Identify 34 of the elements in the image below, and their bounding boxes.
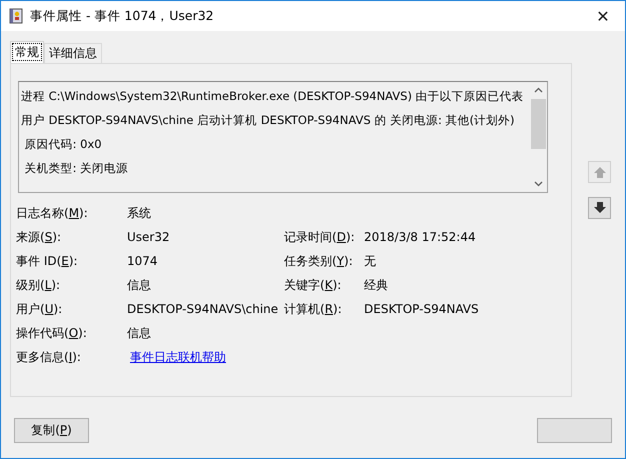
field-value: DESKTOP-S94NAVS [364,302,480,316]
field-label: 操作代码(O): [16,324,88,342]
field-value: User32 [127,230,171,244]
field-value: 信息 [127,324,152,342]
scroll-thumb[interactable] [531,99,546,149]
notebook-icon [8,8,24,24]
description-text: 进程 C:\Windows\System32\RuntimeBroker.exe (DESKTOP-S94NAVS) 由于以下原因已代表用户 DESKTOP-S94NAVS\chine 启动计算机 DESKTOP-S94NAVS 的 关闭电源: 其他(计划外) [21,88,525,129]
field-label: 来源(S): [16,228,62,246]
field-label: 记录时间(D): [284,228,356,246]
field-label: 用户(U): [16,300,64,318]
down-arrow-icon [592,201,606,215]
field-label: 日志名称(M): [16,204,89,222]
up-arrow-icon [592,165,606,179]
field-label: 关键字(K): [284,276,342,294]
field-value: 系统 [127,204,152,222]
description-line: 关机类型: 关闭电源 [24,160,130,177]
field-value: 经典 [364,276,389,294]
tab[interactable]: 常规 [10,41,44,63]
field-label: 更多信息(I): [16,348,82,366]
field-label: 计算机(R): [284,300,343,318]
field-value: 1074 [127,254,159,268]
field-value: 2018/3/8 17:52:44 [364,230,477,244]
field-label: 任务类别(Y): [284,252,354,270]
field-value: DESKTOP-S94NAVS\chine [127,302,280,316]
description-line: 原因代码: 0x0 [24,136,103,153]
next-button[interactable] [588,197,611,219]
field-label: 事件 ID(E): [16,252,79,270]
window-title: 事件属性 - 事件 1074，User32 [30,8,215,24]
tab[interactable]: 详细信息 [44,43,102,63]
field-value: 信息 [127,276,152,294]
field-label: 级别(L): [16,276,62,294]
copy-button[interactable]: 复制(P) [14,418,89,443]
help-link[interactable]: 事件日志联机帮助 [130,348,226,366]
field-value: 无 [364,252,377,270]
